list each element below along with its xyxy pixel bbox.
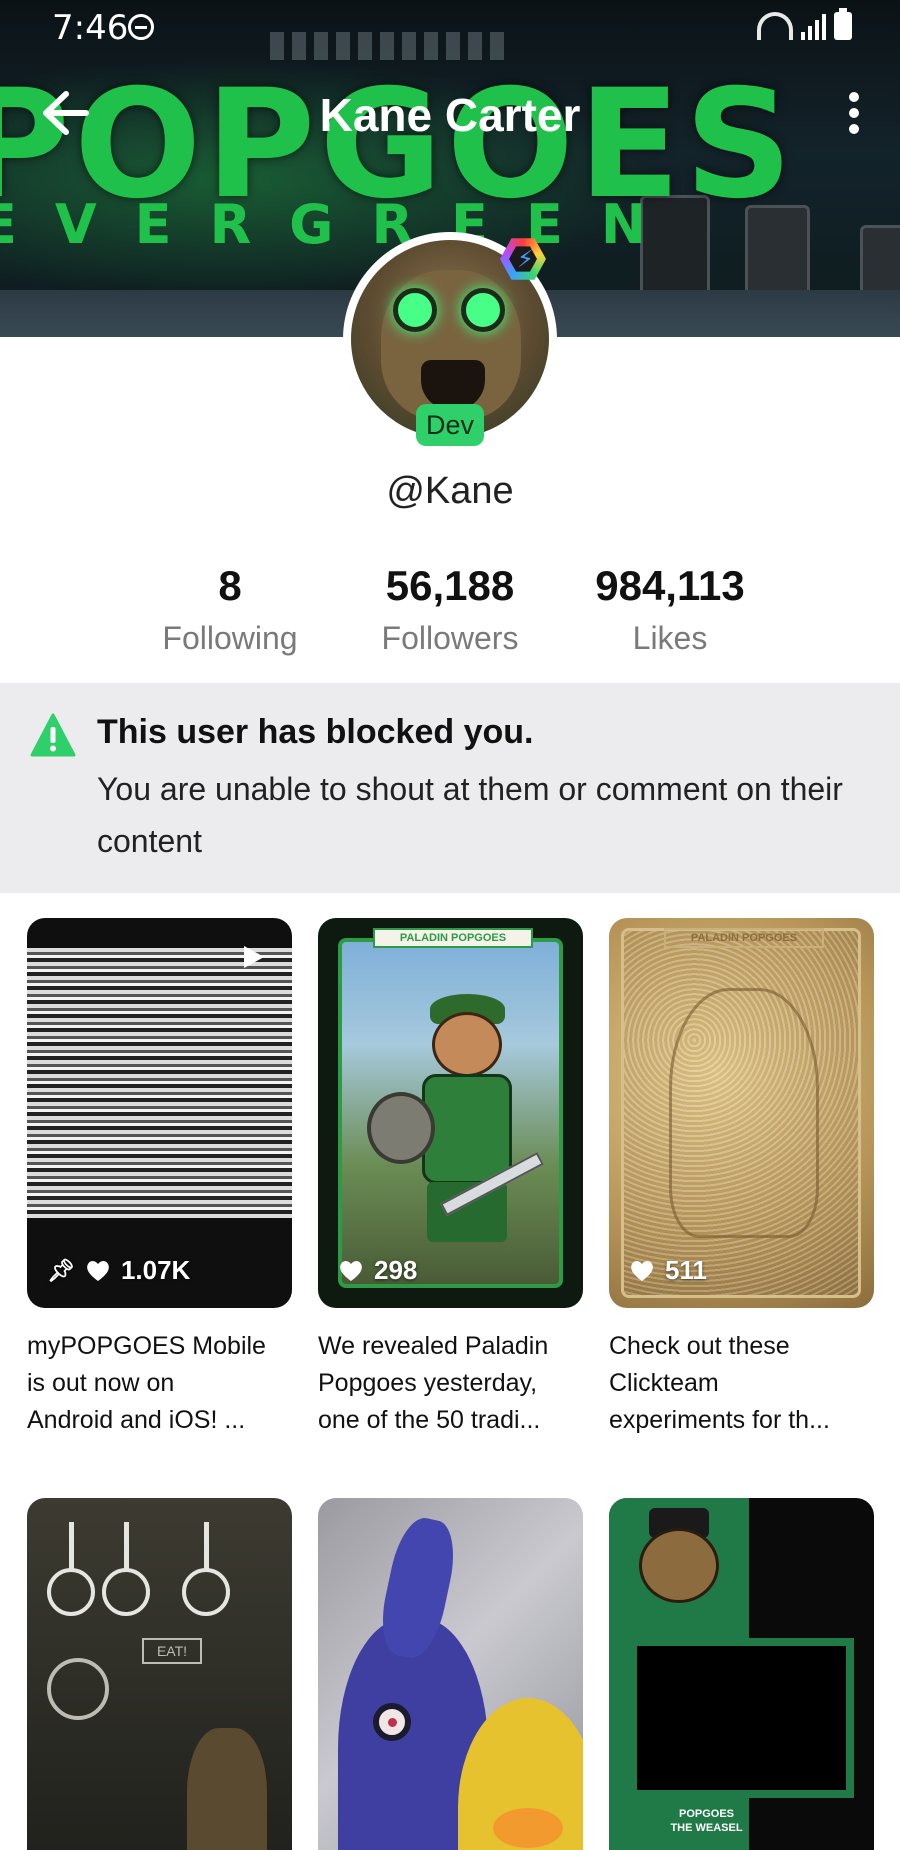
bear-art xyxy=(187,1728,267,1850)
post-stats: 298 xyxy=(338,1255,417,1286)
avatar-eye xyxy=(461,288,505,332)
post-card[interactable] xyxy=(318,1498,583,1850)
post-card[interactable]: PALADIN POPGOES 511 Check out these Clic… xyxy=(609,918,874,1439)
post-thumbnail[interactable]: 📌︎ 1.07K xyxy=(27,918,292,1308)
stat-label: Followers xyxy=(381,620,519,656)
heart-icon xyxy=(631,1260,653,1281)
post-card[interactable]: PALADIN POPGOES 298 We revealed Paladin … xyxy=(318,918,583,1439)
stat-likes[interactable]: 984,113 Likes xyxy=(560,562,780,657)
chica-beak-art xyxy=(493,1808,563,1848)
avatar-eye xyxy=(393,288,437,332)
clock-art xyxy=(47,1658,109,1720)
like-count: 298 xyxy=(374,1255,418,1285)
caption-line: myPOPGOES Mobile xyxy=(27,1332,266,1360)
play-icon xyxy=(244,946,264,968)
more-options-button[interactable] xyxy=(842,92,866,136)
eat-sign: EAT! xyxy=(142,1638,202,1664)
signal-icon xyxy=(801,12,826,40)
do-not-disturb-icon xyxy=(128,14,154,40)
vinyl-box-label: POPGOES THE WEASEL xyxy=(669,1803,744,1850)
post-caption[interactable]: myPOPGOES Mobile is out now on Android a… xyxy=(27,1328,302,1439)
pan-art xyxy=(182,1522,230,1616)
username: @Kane xyxy=(386,470,514,512)
stat-label: Likes xyxy=(632,620,708,656)
card-title: PALADIN POPGOES xyxy=(373,928,533,948)
gold-bear-art xyxy=(669,988,819,1238)
post-stats: 📌︎ 1.07K xyxy=(47,1255,190,1286)
post-thumbnail[interactable]: PALADIN POPGOES 298 xyxy=(318,918,583,1308)
caption-line: Check out these xyxy=(609,1332,790,1360)
status-icons xyxy=(757,8,852,40)
dot xyxy=(849,124,859,134)
caption-line: Clickteam xyxy=(609,1369,719,1397)
role-badge: Dev xyxy=(416,404,484,446)
post-caption[interactable]: Check out these Clickteam experiments fo… xyxy=(609,1328,884,1439)
banner-bunting xyxy=(270,32,510,60)
caption-line: one of the 50 tradi... xyxy=(318,1406,541,1434)
stat-value: 8 xyxy=(218,562,242,609)
notice-text: You are unable to shout at them or comme… xyxy=(97,771,843,859)
blocked-notice: This user has blocked you. You are unabl… xyxy=(0,683,900,893)
heart-icon xyxy=(87,1260,109,1281)
post-stats: 511 xyxy=(629,1255,707,1286)
stat-value: 56,188 xyxy=(385,562,515,609)
shield-art xyxy=(367,1092,435,1164)
vinyl-bear-art xyxy=(639,1528,719,1603)
bolt-icon: ⚡ xyxy=(517,246,534,273)
caption-line: Popgoes yesterday, xyxy=(318,1369,538,1397)
battery-icon xyxy=(834,8,852,40)
stat-followers[interactable]: 56,188 Followers xyxy=(340,562,560,657)
dot xyxy=(849,108,859,118)
post-thumbnail[interactable] xyxy=(318,1498,583,1850)
post-thumbnail[interactable]: PALADIN POPGOES 511 xyxy=(609,918,874,1308)
post-card[interactable]: 📌︎ 1.07K myPOPGOES Mobile is out now on … xyxy=(27,918,292,1439)
trading-card-art xyxy=(338,938,563,1288)
page-title: Kane Carter xyxy=(319,89,581,141)
heart-icon xyxy=(340,1260,362,1281)
post-thumbnail[interactable]: EAT! xyxy=(27,1498,292,1850)
stat-value: 984,113 xyxy=(595,562,745,609)
pan-art xyxy=(102,1522,150,1616)
pan-art xyxy=(47,1522,95,1616)
caption-line: experiments for th... xyxy=(609,1406,830,1434)
dot xyxy=(849,92,859,102)
post-caption[interactable]: We revealed Paladin Popgoes yesterday, o… xyxy=(318,1328,593,1439)
post-card[interactable]: EAT! xyxy=(27,1498,292,1850)
card-title: PALADIN POPGOES xyxy=(664,928,824,948)
bonnie-eye-art xyxy=(373,1703,411,1741)
caption-line: We revealed Paladin xyxy=(318,1332,549,1360)
stat-following[interactable]: 8 Following xyxy=(120,562,340,657)
wifi-icon xyxy=(757,12,793,40)
warning-icon xyxy=(30,713,76,757)
glitch-pattern xyxy=(27,948,292,1218)
notice-title: This user has blocked you. xyxy=(97,713,534,751)
stat-label: Following xyxy=(162,620,298,656)
post-thumbnail[interactable]: POPGOES THE WEASEL xyxy=(609,1498,874,1850)
status-time: 7:46 xyxy=(52,8,129,48)
pin-icon: 📌︎ xyxy=(47,1257,75,1283)
like-count: 511 xyxy=(665,1255,707,1285)
banner-subtitle-text: EVERGREEN xyxy=(0,193,685,256)
caption-line: Android and iOS! ... xyxy=(27,1406,246,1434)
post-card[interactable]: POPGOES THE WEASEL xyxy=(609,1498,874,1850)
like-count: 1.07K xyxy=(120,1255,191,1285)
vinyl-screen-art xyxy=(629,1638,854,1798)
caption-line: is out now on xyxy=(27,1369,175,1397)
